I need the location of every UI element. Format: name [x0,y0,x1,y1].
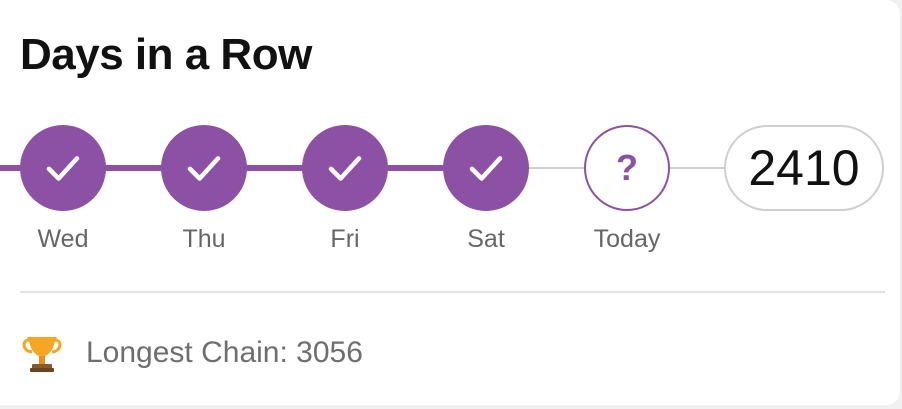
day-node-thu [161,125,247,211]
checkmark-icon [46,156,80,181]
day-label-sat: Sat [467,225,505,253]
divider [20,291,885,293]
checkmark-icon [469,156,503,181]
current-streak-count: 2410 [724,125,884,211]
day-node-fri [302,125,388,211]
day-label-fri: Fri [330,225,360,253]
day-label-wed: Wed [37,225,89,253]
card-title: Days in a Row [20,30,312,79]
checkmark-icon [328,156,362,181]
question-mark-icon: ? [616,147,638,188]
streak-card: Days in a Row ? 2410 Wed Thu Fri Sat Tod… [0,0,900,405]
day-label-thu: Thu [182,225,226,253]
checkmark-icon [187,156,221,181]
day-label-today: Today [593,225,661,253]
longest-chain-row: Longest Chain: 3056 [20,331,363,375]
trophy-icon [22,337,62,372]
longest-chain-label: Longest Chain: 3056 [86,336,363,369]
day-node-wed [20,125,106,211]
day-node-sat [443,125,529,211]
day-node-today[interactable]: ? [584,125,670,211]
